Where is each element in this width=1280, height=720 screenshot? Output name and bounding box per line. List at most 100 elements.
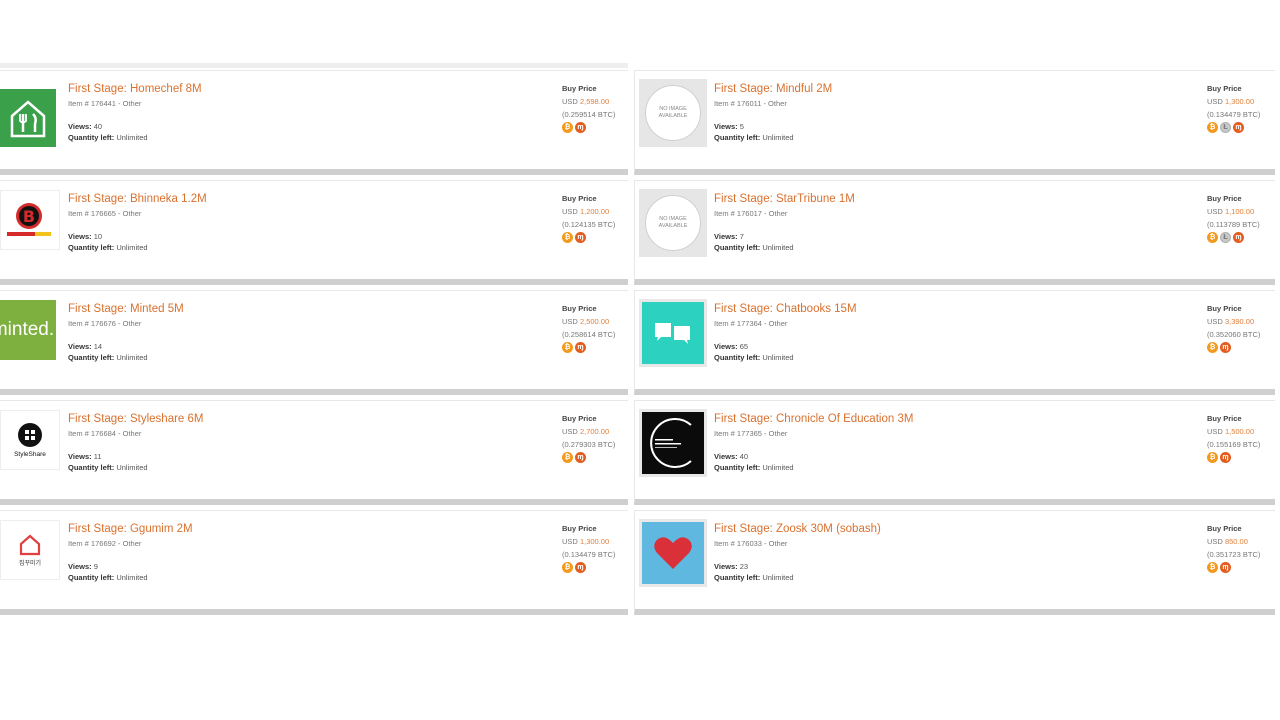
- monero-icon: ɱ: [1220, 342, 1231, 353]
- bitcoin-icon: ₿: [1207, 562, 1218, 573]
- usd-price: USD 850.00: [1207, 535, 1273, 548]
- currency-code: USD: [1207, 207, 1223, 216]
- btc-price: (0.258614 BTC): [562, 330, 616, 339]
- listing-card[interactable]: First Stage: Homechef 8M Item # 176441 -…: [0, 70, 628, 175]
- listing-card[interactable]: First Stage: Zoosk 30M (sobash) Item # 1…: [634, 510, 1275, 615]
- usd-price: USD 1,300.00: [562, 535, 628, 548]
- listing-title[interactable]: First Stage: Minted 5M: [68, 303, 184, 315]
- zoosk-tile: [642, 522, 704, 584]
- views-count: 14: [93, 342, 103, 351]
- styleshare-logo[interactable]: StyleShare: [0, 410, 60, 470]
- views-label: Views:: [714, 562, 738, 571]
- no-image-placeholder[interactable]: NO IMAGE AVAILABLE: [639, 79, 707, 147]
- quantity-value: Unlimited: [116, 573, 148, 582]
- minted-logo-text: minted.: [0, 319, 55, 340]
- listing-card[interactable]: NO IMAGE AVAILABLE First Stage: Mindful …: [634, 70, 1275, 175]
- listing-title[interactable]: First Stage: Zoosk 30M (sobash): [714, 523, 881, 535]
- views-label: Views:: [68, 452, 92, 461]
- usd-price: USD 2,500.00: [562, 315, 628, 328]
- usd-amount: 1,200.00: [579, 207, 610, 216]
- listing-card[interactable]: First Stage: Chronicle Of Education 3M I…: [634, 400, 1275, 505]
- quantity-value: Unlimited: [762, 573, 794, 582]
- price-block: Buy Price USD 2,700.00 (0.279303 BTC) ₿ …: [562, 412, 628, 463]
- item-number: Item # 177364 - Other: [714, 319, 788, 328]
- views-label: Views:: [68, 562, 92, 571]
- views-line: Views: 9: [68, 562, 98, 571]
- usd-amount: 1,100.00: [1224, 207, 1255, 216]
- btc-price: (0.134479 BTC): [1207, 110, 1261, 119]
- bitcoin-icon: ₿: [1207, 122, 1218, 133]
- btc-price: (0.113789 BTC): [1207, 220, 1260, 229]
- price-block: Buy Price USD 1,200.00 (0.124135 BTC) ₿ …: [562, 192, 628, 243]
- price-block: Buy Price USD 3,390.00 (0.352060 BTC) ₿ …: [1207, 302, 1273, 353]
- price-block: Buy Price USD 1,300.00 (0.134479 BTC) ₿ …: [562, 522, 628, 573]
- views-count: 5: [739, 122, 744, 131]
- usd-price: USD 2,598.00: [562, 95, 628, 108]
- listing-card[interactable]: 집꾸미기 First Stage: Ggumim 2M Item # 17669…: [0, 510, 628, 615]
- buy-price-label: Buy Price: [1207, 84, 1242, 93]
- payment-methods: ₿ Ł ɱ: [1207, 122, 1273, 133]
- btc-price: (0.155169 BTC): [1207, 440, 1261, 449]
- listing-title[interactable]: First Stage: Mindful 2M: [714, 83, 832, 95]
- views-label: Views:: [714, 232, 738, 241]
- payment-methods: ₿ ɱ: [1207, 342, 1273, 353]
- views-line: Views: 40: [68, 122, 102, 131]
- currency-code: USD: [1207, 317, 1223, 326]
- currency-code: USD: [1207, 97, 1223, 106]
- quantity-value: Unlimited: [762, 463, 794, 472]
- btc-price: (0.279303 BTC): [562, 440, 616, 449]
- buy-price-label: Buy Price: [1207, 304, 1242, 313]
- listing-card[interactable]: B First Stage: Bhinneka 1.2M Item # 1766…: [0, 180, 628, 285]
- quantity-label: Quantity left:: [68, 463, 115, 472]
- item-number: Item # 176676 - Other: [68, 319, 142, 328]
- minted-logo[interactable]: minted.: [0, 300, 56, 360]
- usd-amount: 2,500.00: [579, 317, 610, 326]
- listing-title[interactable]: First Stage: Chatbooks 15M: [714, 303, 857, 315]
- buy-price-label: Buy Price: [1207, 414, 1242, 423]
- views-label: Views:: [714, 122, 738, 131]
- chronicle-logo[interactable]: [639, 409, 707, 477]
- item-number: Item # 176692 - Other: [68, 539, 142, 548]
- bhinneka-logo[interactable]: B: [0, 190, 60, 250]
- payment-methods: ₿ ɱ: [562, 562, 628, 573]
- listing-title[interactable]: First Stage: Styleshare 6M: [68, 413, 204, 425]
- listing-title[interactable]: First Stage: Homechef 8M: [68, 83, 202, 95]
- item-number: Item # 176033 - Other: [714, 539, 788, 548]
- views-line: Views: 40: [714, 452, 748, 461]
- item-number: Item # 176441 - Other: [68, 99, 142, 108]
- monero-icon: ɱ: [1233, 232, 1244, 243]
- no-image-placeholder[interactable]: NO IMAGE AVAILABLE: [639, 189, 707, 257]
- listing-title[interactable]: First Stage: Bhinneka 1.2M: [68, 193, 207, 205]
- listing-card[interactable]: First Stage: Chatbooks 15M Item # 177364…: [634, 290, 1275, 395]
- listing-card[interactable]: minted. First Stage: Minted 5M Item # 17…: [0, 290, 628, 395]
- quantity-label: Quantity left:: [714, 573, 761, 582]
- zoosk-logo[interactable]: [639, 519, 707, 587]
- heart-icon: [654, 537, 692, 569]
- listing-title[interactable]: First Stage: Ggumim 2M: [68, 523, 193, 535]
- btc-price: (0.259514 BTC): [562, 110, 616, 119]
- listing-card[interactable]: StyleShare First Stage: Styleshare 6M It…: [0, 400, 628, 505]
- currency-code: USD: [1207, 427, 1223, 436]
- usd-price: USD 1,300.00: [1207, 95, 1273, 108]
- item-number: Item # 176017 - Other: [714, 209, 788, 218]
- currency-code: USD: [562, 97, 578, 106]
- usd-price: USD 2,700.00: [562, 425, 628, 438]
- listing-card[interactable]: NO IMAGE AVAILABLE First Stage: StarTrib…: [634, 180, 1275, 285]
- ggumim-logo[interactable]: 집꾸미기: [0, 520, 60, 580]
- buy-price-label: Buy Price: [562, 84, 597, 93]
- usd-amount: 3,390.00: [1224, 317, 1255, 326]
- btc-price: (0.124135 BTC): [562, 220, 616, 229]
- monero-icon: ɱ: [1233, 122, 1244, 133]
- listing-grid: First Stage: Homechef 8M Item # 176441 -…: [0, 0, 1280, 720]
- listing-title[interactable]: First Stage: StarTribune 1M: [714, 193, 855, 205]
- chatbooks-logo[interactable]: [639, 299, 707, 367]
- price-block: Buy Price USD 1,500.00 (0.155169 BTC) ₿ …: [1207, 412, 1273, 463]
- buy-price-label: Buy Price: [1207, 194, 1242, 203]
- listing-title[interactable]: First Stage: Chronicle Of Education 3M: [714, 413, 913, 425]
- usd-amount: 850.00: [1224, 537, 1248, 546]
- homechef-logo[interactable]: [0, 89, 56, 147]
- usd-amount: 1,500.00: [1224, 427, 1255, 436]
- monero-icon: ɱ: [575, 122, 586, 133]
- views-line: Views: 7: [714, 232, 744, 241]
- views-line: Views: 23: [714, 562, 748, 571]
